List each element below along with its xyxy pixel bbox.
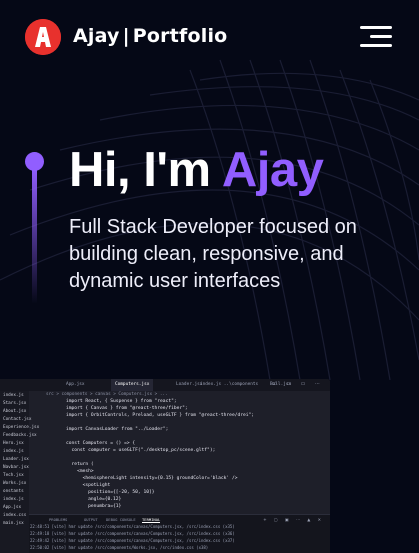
code-line: angle={0.12} xyxy=(66,497,122,502)
terminal-line: 22:48:51 [vite] hmr update /src/componen… xyxy=(30,524,235,529)
terminal-line: 22:50:02 [vite] hmr update /src/componen… xyxy=(30,545,209,550)
editor-tab: App.jsx xyxy=(66,382,85,387)
code-line: import { OrbitControls, Preload, useGLTF… xyxy=(66,413,255,418)
panel-tab: OUTPUT xyxy=(84,517,98,522)
code-editor-screenshot: App.jsx Computers.jsx Loader.jsx index.j… xyxy=(0,379,330,553)
menu-bar xyxy=(360,26,392,29)
panel-tab: PROBLEMS xyxy=(49,517,68,522)
terminal-actions-icon: + ▢ ▣ ⋯ ▲ ✕ xyxy=(263,517,324,522)
brand-name: Ajay xyxy=(73,25,120,47)
code-line: <hemisphereLight intensity={0.15} ground… xyxy=(66,476,238,481)
file-item: App.jsx xyxy=(3,505,22,510)
hero-name: Ajay xyxy=(221,143,324,197)
file-item: About.jsx xyxy=(3,409,27,414)
editor-breadcrumb: src > components > canvas > Computers.js… xyxy=(46,392,168,397)
code-line: <spotLight xyxy=(66,483,111,488)
editor-tab: index.js ..\components xyxy=(200,382,259,387)
logo[interactable] xyxy=(25,19,61,55)
logo-badge-icon xyxy=(25,19,61,55)
code-line: import { Canvas } from "@react-three/fib… xyxy=(66,406,188,411)
hero-subtitle: Full Stack Developer focused on building… xyxy=(69,216,357,292)
file-item: Loader.jsx xyxy=(3,457,29,462)
window-controls-icon: ▭ ▭ ▭ ⋯ xyxy=(272,381,324,387)
terminal-line: 22:49:42 [vite] hmr update /src/componen… xyxy=(30,538,235,543)
file-explorer: index.js Stars.jsx About.jsx Contact.jsx… xyxy=(0,391,39,553)
brand-section: Portfolio xyxy=(132,25,228,47)
brand-title[interactable]: Ajay | Portfolio xyxy=(73,25,227,47)
file-item: index.js xyxy=(3,497,24,502)
file-item: Contact.jsx xyxy=(3,417,32,422)
terminal-line: 22:49:18 [vite] hmr update /src/componen… xyxy=(30,531,235,536)
file-item: index.js xyxy=(3,393,24,398)
file-item: Navbar.jsx xyxy=(3,465,29,470)
editor-tab-bar: App.jsx Computers.jsx Loader.jsx index.j… xyxy=(0,379,330,391)
file-item: index.css xyxy=(3,513,27,518)
panel-tab: DEBUG CONSOLE xyxy=(106,517,136,522)
hero-title: Hi, I'm Ajay xyxy=(69,142,324,198)
editor-tab-active: Computers.jsx xyxy=(111,379,154,391)
timeline-line xyxy=(32,168,37,304)
code-line: const computer = useGLTF("./desktop_pc/s… xyxy=(66,448,216,453)
file-item: Feedbacks.jsx xyxy=(3,433,37,438)
code-line: return ( xyxy=(66,462,94,467)
code-line: position={[-20, 50, 10]} xyxy=(66,490,155,495)
code-line: <mesh> xyxy=(66,469,94,474)
file-item: main.jsx xyxy=(3,521,24,526)
panel-tab-active: TERMINAL xyxy=(142,517,161,523)
menu-bar xyxy=(360,44,392,47)
navbar: Ajay | Portfolio xyxy=(0,0,419,76)
terminal-panel: PROBLEMS OUTPUT DEBUG CONSOLE TERMINAL +… xyxy=(29,514,330,553)
brand-separator: | xyxy=(122,25,130,47)
menu-bar xyxy=(370,35,392,38)
code-line: import CanvasLoader from "../Loader"; xyxy=(66,427,169,432)
file-item: Works.jsx xyxy=(3,481,27,486)
code-line: penumbra={1} xyxy=(66,504,122,509)
hero-greeting: Hi, I'm xyxy=(69,143,222,197)
file-item: Experience.jsx xyxy=(3,425,40,430)
file-item: onstants xyxy=(3,489,24,494)
file-item: index.js xyxy=(3,449,24,454)
hamburger-menu-icon[interactable] xyxy=(360,25,392,49)
code-line: const Computers = () => { xyxy=(66,441,136,446)
file-item: Hero.jsx xyxy=(3,441,24,446)
code-line: import React, { Suspense } from "react"; xyxy=(66,399,177,404)
file-item: Stars.jsx xyxy=(3,401,27,406)
file-item: Tech.jsx xyxy=(3,473,24,478)
